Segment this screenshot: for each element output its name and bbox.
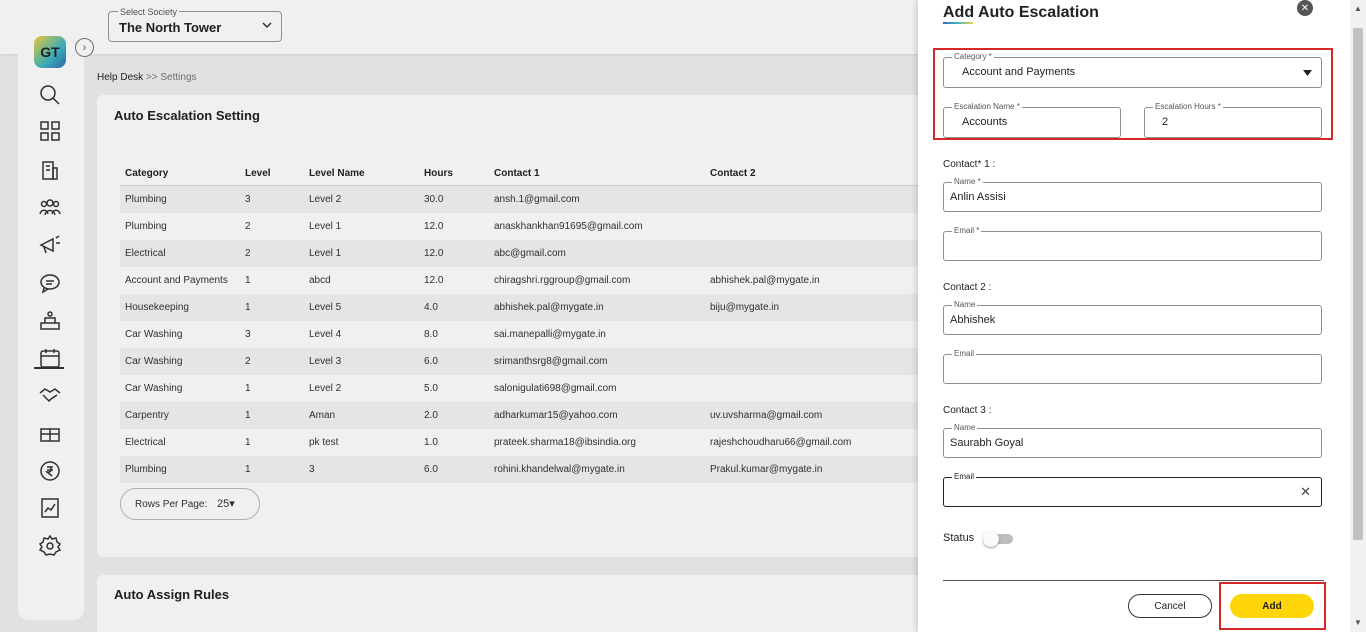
contact3-email-label: Email (952, 472, 977, 482)
contact2-heading: Contact 2 : (943, 282, 992, 293)
escalation-name-field[interactable]: Escalation Name * Accounts (943, 102, 1121, 138)
footer-divider (943, 580, 1324, 581)
scroll-up-icon[interactable]: ▲ (1354, 4, 1362, 13)
contact3-email-field[interactable]: Email ✕ (943, 472, 1322, 507)
contact1-email-field[interactable]: Email * (943, 226, 1322, 261)
contact1-heading: Contact* 1 : (943, 159, 996, 170)
escalation-name-value: Accounts (962, 116, 1008, 128)
contact3-name-field[interactable]: Name Saurabh Goyal (943, 423, 1322, 458)
scroll-thumb[interactable] (1353, 28, 1363, 540)
toggle-knob (983, 531, 999, 547)
clear-icon[interactable]: ✕ (1300, 484, 1311, 500)
status-label: Status (943, 532, 975, 544)
drawer-title: Add Auto Escalation (943, 4, 1099, 21)
add-escalation-drawer: Add Auto Escalation ✕ Category * Account… (918, 0, 1366, 632)
status-toggle[interactable] (983, 531, 1013, 547)
contact1-name-value: Anlin Assisi (950, 191, 1006, 203)
contact1-name-label: Name * (952, 177, 983, 187)
category-select[interactable]: Category * Account and Payments (943, 52, 1322, 88)
escalation-hours-label: Escalation Hours * (1153, 102, 1223, 112)
contact3-name-label: Name (952, 423, 978, 433)
close-icon[interactable]: ✕ (1297, 0, 1313, 16)
contact2-email-field[interactable]: Email (943, 349, 1322, 384)
contact1-name-field[interactable]: Name * Anlin Assisi (943, 177, 1322, 212)
contact1-email-label: Email * (952, 226, 982, 236)
cancel-button[interactable]: Cancel (1128, 594, 1212, 618)
contact3-name-value: Saurabh Goyal (950, 437, 1024, 449)
category-value: Account and Payments (962, 66, 1076, 78)
contact2-email-label: Email (952, 349, 977, 359)
contact2-name-value: Abhishek (950, 314, 996, 326)
scroll-down-icon[interactable]: ▼ (1354, 618, 1362, 627)
title-underline (943, 22, 973, 24)
add-button[interactable]: Add (1230, 594, 1314, 618)
contact3-heading: Contact 3 : (943, 405, 992, 416)
modal-backdrop[interactable] (0, 0, 918, 632)
escalation-name-label: Escalation Name * (952, 102, 1022, 112)
caret-down-icon (1303, 70, 1312, 76)
escalation-hours-field[interactable]: Escalation Hours * 2 (1144, 102, 1322, 138)
contact2-name-field[interactable]: Name Abhishek (943, 300, 1322, 335)
escalation-hours-value: 2 (1162, 116, 1169, 128)
contact2-name-label: Name (952, 300, 978, 310)
scrollbar[interactable]: ▲ ▼ (1350, 0, 1366, 632)
category-label: Category * (952, 52, 994, 62)
